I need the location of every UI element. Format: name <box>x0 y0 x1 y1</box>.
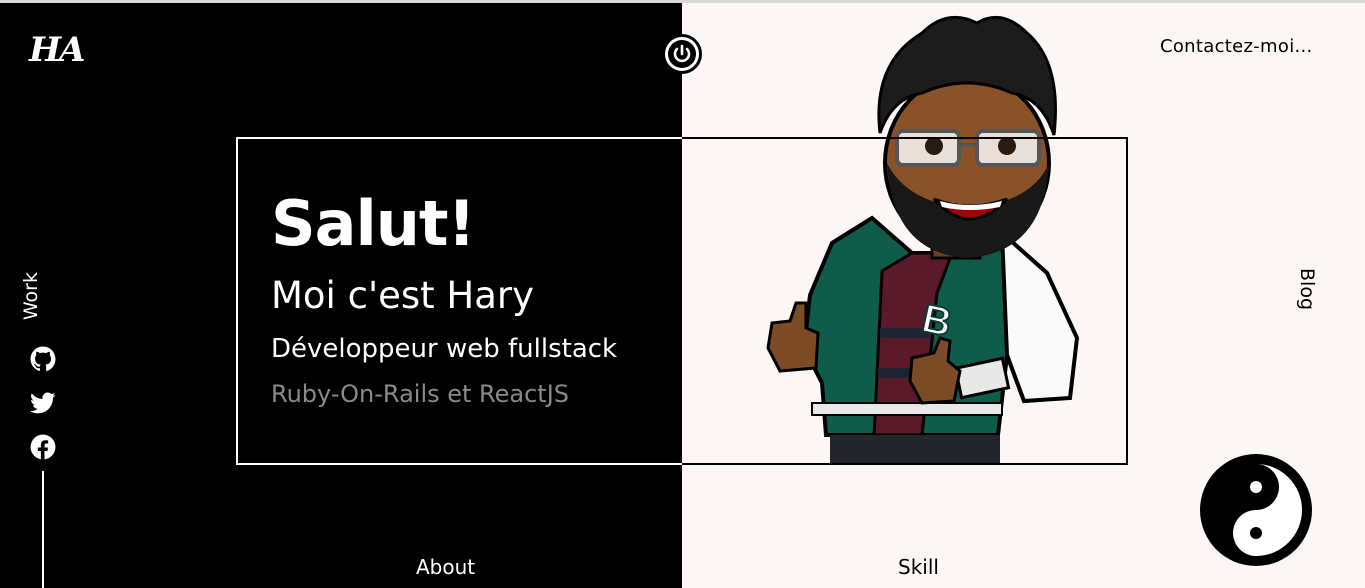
hero-greeting: Salut! <box>271 187 476 260</box>
nav-about-link[interactable]: About <box>416 555 475 579</box>
hero-role: Développeur web fullstack <box>271 334 618 364</box>
nav-work-link[interactable]: Work <box>20 272 42 320</box>
nav-blog-link[interactable]: Blog <box>1296 268 1318 310</box>
avatar: B <box>766 15 1080 465</box>
hero-name: Moi c'est Hary <box>271 274 535 317</box>
yin-yang-icon[interactable] <box>1198 452 1314 568</box>
facebook-icon[interactable] <box>30 434 56 460</box>
github-icon[interactable] <box>30 346 56 372</box>
top-border <box>0 0 1365 3</box>
hero-text: Salut! Moi c'est Hary Développeur web fu… <box>271 184 617 414</box>
logo[interactable]: HA <box>29 30 85 70</box>
power-icon[interactable] <box>662 34 702 74</box>
contact-link[interactable]: Contactez-moi... <box>1160 36 1313 57</box>
twitter-icon[interactable] <box>30 390 56 416</box>
nav-skill-link[interactable]: Skill <box>898 555 939 579</box>
hero-stack: Ruby-On-Rails et ReactJS <box>271 380 570 408</box>
scroll-line <box>42 471 44 588</box>
